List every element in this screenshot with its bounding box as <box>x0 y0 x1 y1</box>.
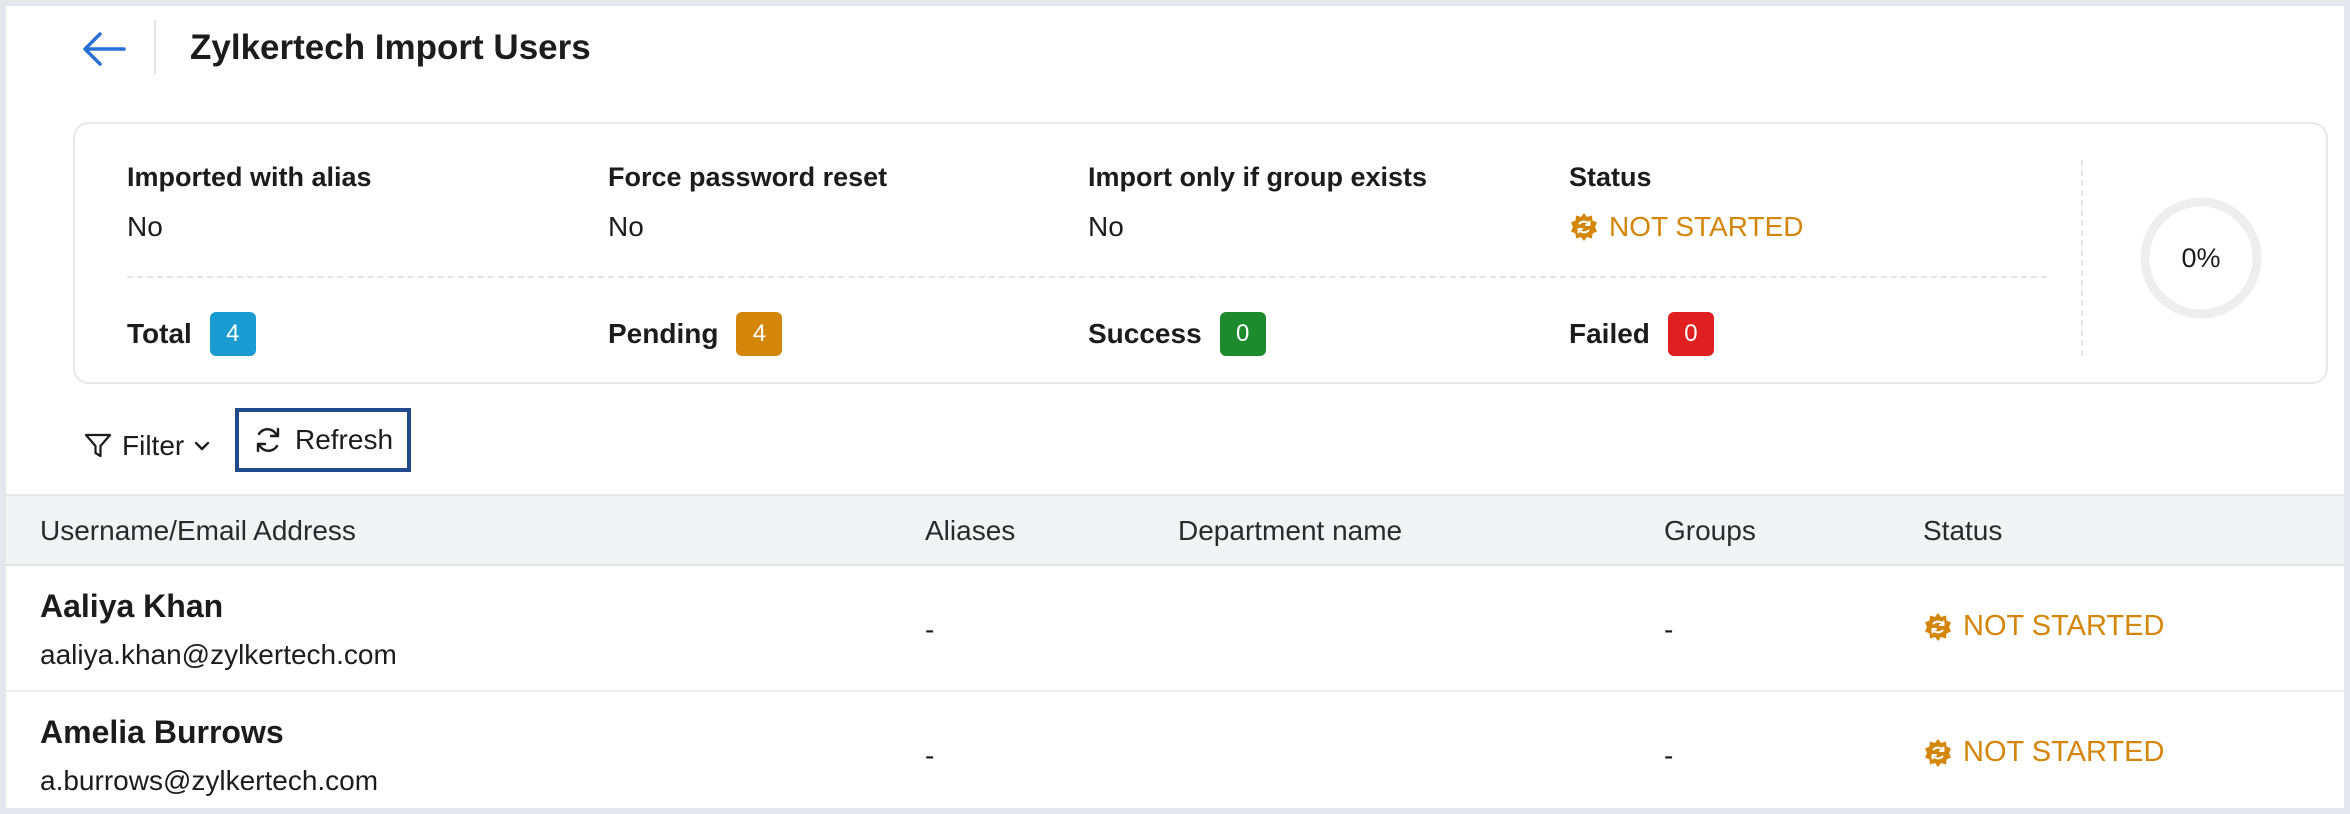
count-badge: 4 <box>209 312 256 356</box>
count-total: Total 4 <box>127 312 256 356</box>
summary-label: Status <box>1569 162 1652 192</box>
table-header: Username/Email Address Aliases Departmen… <box>6 494 2344 566</box>
summary-force-password-reset: Force password reset No <box>608 160 887 244</box>
filter-label: Filter <box>122 430 185 461</box>
filter-button[interactable]: Filter <box>84 416 210 476</box>
arrow-left-icon <box>83 32 126 66</box>
refresh-button[interactable]: Refresh <box>235 408 411 472</box>
summary-status-value: NOT STARTED <box>1569 210 1803 244</box>
count-badge: 4 <box>736 312 783 356</box>
groups-cell: - <box>1664 740 1674 771</box>
back-button[interactable] <box>76 24 132 74</box>
gear-status-icon <box>1571 213 1597 241</box>
progress-percent: 0% <box>2181 242 2221 273</box>
refresh-icon <box>256 427 280 453</box>
summary-status: Status NOT STARTED <box>1569 160 1803 244</box>
refresh-label: Refresh <box>294 424 394 455</box>
summary-value: No <box>608 211 644 242</box>
chevron-down-icon <box>195 441 210 451</box>
count-badge: 0 <box>1667 312 1714 356</box>
app-frame: Zylkertech Import Users Imported with al… <box>6 6 2344 808</box>
count-label: Failed <box>1569 318 1650 349</box>
column-header-department[interactable]: Department name <box>1178 496 1402 566</box>
column-header-status[interactable]: Status <box>1923 496 2002 566</box>
status-cell: NOT STARTED <box>1923 736 2164 769</box>
count-pending: Pending 4 <box>608 312 783 356</box>
count-badge: 0 <box>1219 312 1266 356</box>
user-email: aaliya.khan@zylkertech.com <box>40 639 397 670</box>
page-header: Zylkertech Import Users <box>6 6 2344 86</box>
header-divider <box>154 20 156 74</box>
column-header-groups[interactable]: Groups <box>1664 496 1756 566</box>
summary-value: No <box>1088 211 1124 242</box>
filter-icon <box>84 433 112 458</box>
status-cell: NOT STARTED <box>1923 610 2164 643</box>
count-label: Total <box>127 318 192 349</box>
status-text: NOT STARTED <box>1963 610 2165 642</box>
page-title: Zylkertech Import Users <box>190 28 591 67</box>
user-name: Amelia Burrows <box>40 714 284 750</box>
count-success: Success 0 <box>1088 312 1266 356</box>
aliases-cell: - <box>925 740 935 771</box>
card-divider-vertical <box>2081 160 2083 356</box>
column-header-username[interactable]: Username/Email Address <box>40 496 356 566</box>
status-text: NOT STARTED <box>1963 736 2165 768</box>
card-divider <box>127 276 2047 278</box>
import-summary-card: Imported with alias No Force password re… <box>73 122 2328 384</box>
user-email: a.burrows@zylkertech.com <box>40 765 379 796</box>
status-text: NOT STARTED <box>1609 211 1804 242</box>
gear-status-icon <box>1925 738 1951 767</box>
table-row[interactable]: Amelia Burrows a.burrows@zylkertech.com … <box>6 692 2344 808</box>
count-label: Pending <box>608 318 719 349</box>
summary-import-if-group-exists: Import only if group exists No <box>1088 160 1427 244</box>
summary-label: Import only if group exists <box>1088 162 1428 192</box>
groups-cell: - <box>1664 614 1674 645</box>
progress-ring: 0% <box>2139 196 2263 320</box>
table-row[interactable]: Aaliya Khan aaliya.khan@zylkertech.com -… <box>6 566 2344 692</box>
user-cell: Amelia Burrows a.burrows@zylkertech.com <box>40 712 378 798</box>
column-header-aliases[interactable]: Aliases <box>925 496 1015 566</box>
count-label: Success <box>1088 318 1202 349</box>
summary-value: No <box>127 211 163 242</box>
summary-label: Imported with alias <box>127 162 372 192</box>
user-name: Aaliya Khan <box>40 588 224 624</box>
summary-label: Force password reset <box>608 162 888 192</box>
count-failed: Failed 0 <box>1569 312 1714 356</box>
summary-imported-with-alias: Imported with alias No <box>127 160 372 244</box>
user-cell: Aaliya Khan aaliya.khan@zylkertech.com <box>40 586 397 672</box>
gear-status-icon <box>1925 612 1951 641</box>
aliases-cell: - <box>925 614 935 645</box>
